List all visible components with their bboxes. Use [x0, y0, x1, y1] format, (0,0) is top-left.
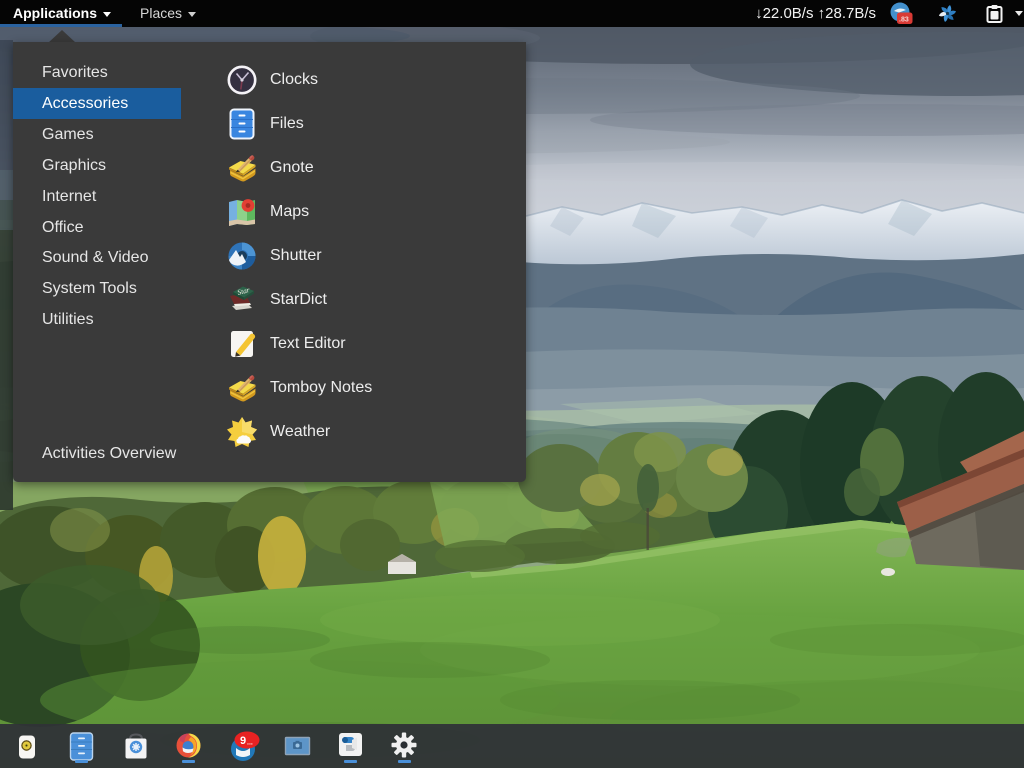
svg-text:...: ... — [247, 740, 253, 747]
svg-text:.83: .83 — [899, 17, 909, 24]
svg-text:9: 9 — [240, 735, 246, 747]
